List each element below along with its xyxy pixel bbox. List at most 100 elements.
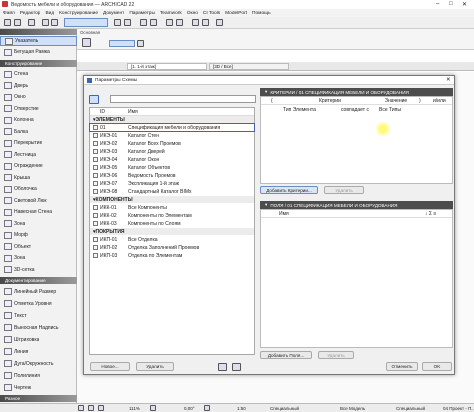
tool-construct-4[interactable]: Колонна — [0, 115, 77, 126]
marquee-tool-icon[interactable] — [14, 19, 21, 26]
menu-item-7[interactable]: Окно — [187, 11, 198, 16]
tool-construct-17[interactable]: 3D-сетка — [0, 265, 77, 276]
export-icon[interactable] — [232, 363, 241, 371]
criteria-row[interactable]: Тип Элемента совпадает с Все Типы — [261, 106, 452, 114]
info-box-select-group[interactable] — [109, 40, 135, 47]
import-icon[interactable] — [218, 363, 227, 371]
scheme-row[interactable]: ИКП-01 Все Отделка — [90, 236, 254, 243]
tool-document-0[interactable]: Линейный Размер — [0, 286, 77, 297]
info-box-tool-icon[interactable] — [82, 38, 91, 47]
tool-document-8[interactable]: Чертеж — [0, 382, 77, 393]
tool-select-0[interactable]: Указатель — [0, 36, 77, 46]
pointer-tool-icon[interactable] — [4, 19, 11, 26]
zoom-in-icon[interactable] — [88, 405, 94, 411]
col-id-header[interactable]: ID — [100, 109, 105, 115]
tool-document-7[interactable]: Полилиния — [0, 370, 77, 381]
menu-item-2[interactable]: Вид — [45, 11, 54, 16]
tool-construct-0[interactable]: Стена — [0, 69, 77, 80]
menu-item-10[interactable]: Помощь — [252, 11, 271, 16]
info-box-option-icon[interactable] — [137, 40, 144, 47]
tool-construct-9[interactable]: Крыша — [0, 173, 77, 184]
criteria-section-header[interactable]: ▾ КРИТЕРИИ / 01 СПЕЦИФИКАЦИЯ МЕБЕЛИ И ОБ… — [260, 88, 453, 96]
scheme-row[interactable]: 01 Спецификация мебели и оборудования — [89, 123, 255, 132]
ok-button[interactable]: OK — [422, 362, 452, 371]
tool-document-3[interactable]: Выносная Надпись — [0, 322, 77, 333]
menu-item-9[interactable]: ModelPort — [225, 11, 247, 16]
minimize-icon[interactable]: – — [436, 1, 439, 7]
menu-item-4[interactable]: Документ — [103, 11, 124, 16]
col-name-header[interactable]: Имя — [128, 109, 138, 115]
tool-document-4[interactable]: Штриховка — [0, 334, 77, 345]
plugin-2-icon[interactable] — [216, 19, 223, 26]
tool-construct-7[interactable]: Лестница — [0, 150, 77, 161]
tool-construct-14[interactable]: Морф — [0, 230, 77, 241]
tool-construct-5[interactable]: Балка — [0, 127, 77, 138]
tool-construct-10[interactable]: Оболочка — [0, 184, 77, 195]
publish-icon[interactable] — [192, 19, 199, 26]
new-scheme-button[interactable]: Новое... — [90, 362, 130, 371]
tool-construct-3[interactable]: Отверстие — [0, 104, 77, 115]
tool-construct-16[interactable]: Зона — [0, 253, 77, 264]
scheme-group-header[interactable]: ▾ ПОКРЫТИЯ — [90, 228, 254, 235]
tab-floor-plan[interactable]: [1. 1-й этаж] — [127, 63, 207, 70]
menu-item-6[interactable]: Teamwork — [160, 11, 182, 16]
scheme-row[interactable]: ИКК-03 Компоненты по Слоям — [90, 220, 254, 227]
view-option[interactable]: Специальный — [396, 406, 425, 411]
toolbox-construct-section[interactable]: Конструирование — [0, 60, 77, 67]
layer-combination[interactable]: Специальный — [270, 406, 299, 411]
tool-construct-2[interactable]: Окно — [0, 92, 77, 103]
dialog-close-icon[interactable]: ✕ — [446, 77, 451, 83]
scheme-row[interactable]: ИКЭ-07 Экспликация 1-й этаж — [90, 180, 254, 187]
menu-item-3[interactable]: Конструирование — [59, 11, 98, 16]
tool-construct-12[interactable]: Навесная Стена — [0, 207, 77, 218]
scheme-group-header[interactable]: ▾ КОМПОНЕНТЫ — [90, 196, 254, 203]
tab-3d[interactable]: [3D / Все] — [209, 63, 289, 70]
menu-item-0[interactable]: Файл — [3, 11, 15, 16]
add-fields-button[interactable]: Добавить Поля... — [260, 351, 312, 359]
magic-wand-icon[interactable] — [114, 19, 121, 26]
scheme-row[interactable]: ИКЭ-04 Каталог Окон — [90, 156, 254, 163]
menu-item-1[interactable]: Редактор — [20, 11, 41, 16]
scheme-row[interactable]: ИКК-02 Компоненты по Элементам — [90, 212, 254, 219]
tool-select-1[interactable]: Бегущая Рамка — [0, 47, 77, 57]
scheme-row[interactable]: ИКП-03 Отделка по Элементам — [90, 252, 254, 259]
tool-construct-1[interactable]: Дверь — [0, 81, 77, 92]
undo-icon[interactable] — [42, 19, 49, 26]
menu-item-8[interactable]: CI Tools — [203, 11, 220, 16]
zoom-out-icon[interactable] — [98, 405, 104, 411]
cancel-button[interactable]: Отменить — [386, 362, 418, 371]
tool-document-6[interactable]: Дуга/Окружность — [0, 358, 77, 369]
scheme-row[interactable]: ИКП-02 Отделка Заполнений Проемов — [90, 244, 254, 251]
save-icon[interactable] — [28, 19, 35, 26]
tool-construct-13[interactable]: Зона — [0, 219, 77, 230]
toolbox-document-section[interactable]: Документирование — [0, 277, 77, 284]
plugin-icon[interactable] — [202, 19, 209, 26]
rotation-angle[interactable]: 0,00° — [184, 406, 195, 411]
rotate-icon[interactable] — [150, 405, 156, 411]
selection-group[interactable] — [64, 18, 108, 27]
tool-document-5[interactable]: Линия — [0, 346, 77, 357]
layers-icon[interactable] — [124, 19, 131, 26]
scheme-group-header[interactable]: ▾ ЭЛЕМЕНТЫ — [90, 116, 254, 123]
delete-scheme-button[interactable]: Удалить — [136, 362, 174, 371]
delete-criteria-button[interactable]: Удалить — [324, 186, 364, 194]
tool-document-2[interactable]: Текст — [0, 310, 77, 321]
add-criteria-button[interactable]: Добавить Критерии... — [260, 186, 318, 194]
tool-construct-11[interactable]: Световой Люк — [0, 196, 77, 207]
scale-icon[interactable] — [204, 405, 210, 411]
fields-section-header[interactable]: ▾ ПОЛЯ / 01 СПЕЦИФИКАЦИЯ МЕБЕЛИ И ОБОРУД… — [260, 201, 453, 209]
maximize-icon[interactable]: □ — [449, 1, 453, 7]
tool-construct-15[interactable]: Объект — [0, 242, 77, 253]
menu-item-5[interactable]: Параметры — [129, 11, 155, 16]
model-view[interactable]: Все Модель — [340, 406, 365, 411]
search-input[interactable] — [110, 95, 256, 103]
view-options-icon[interactable] — [89, 95, 99, 104]
scheme-row[interactable]: ИКЭ-01 Каталог Стен — [90, 132, 254, 139]
scheme-row[interactable]: ИКЭ-05 Каталог Объектов — [90, 164, 254, 171]
toolbox-more-section[interactable]: Разное — [0, 395, 77, 402]
delete-fields-button[interactable]: Удалить — [318, 351, 354, 359]
scheme-row[interactable]: ИКК-01 Все Компоненты — [90, 204, 254, 211]
scheme-row[interactable]: ИКЭ-02 Каталог Всех Проемов — [90, 140, 254, 147]
undo-view-icon[interactable] — [78, 405, 84, 411]
tool-construct-6[interactable]: Перекрытие — [0, 138, 77, 149]
